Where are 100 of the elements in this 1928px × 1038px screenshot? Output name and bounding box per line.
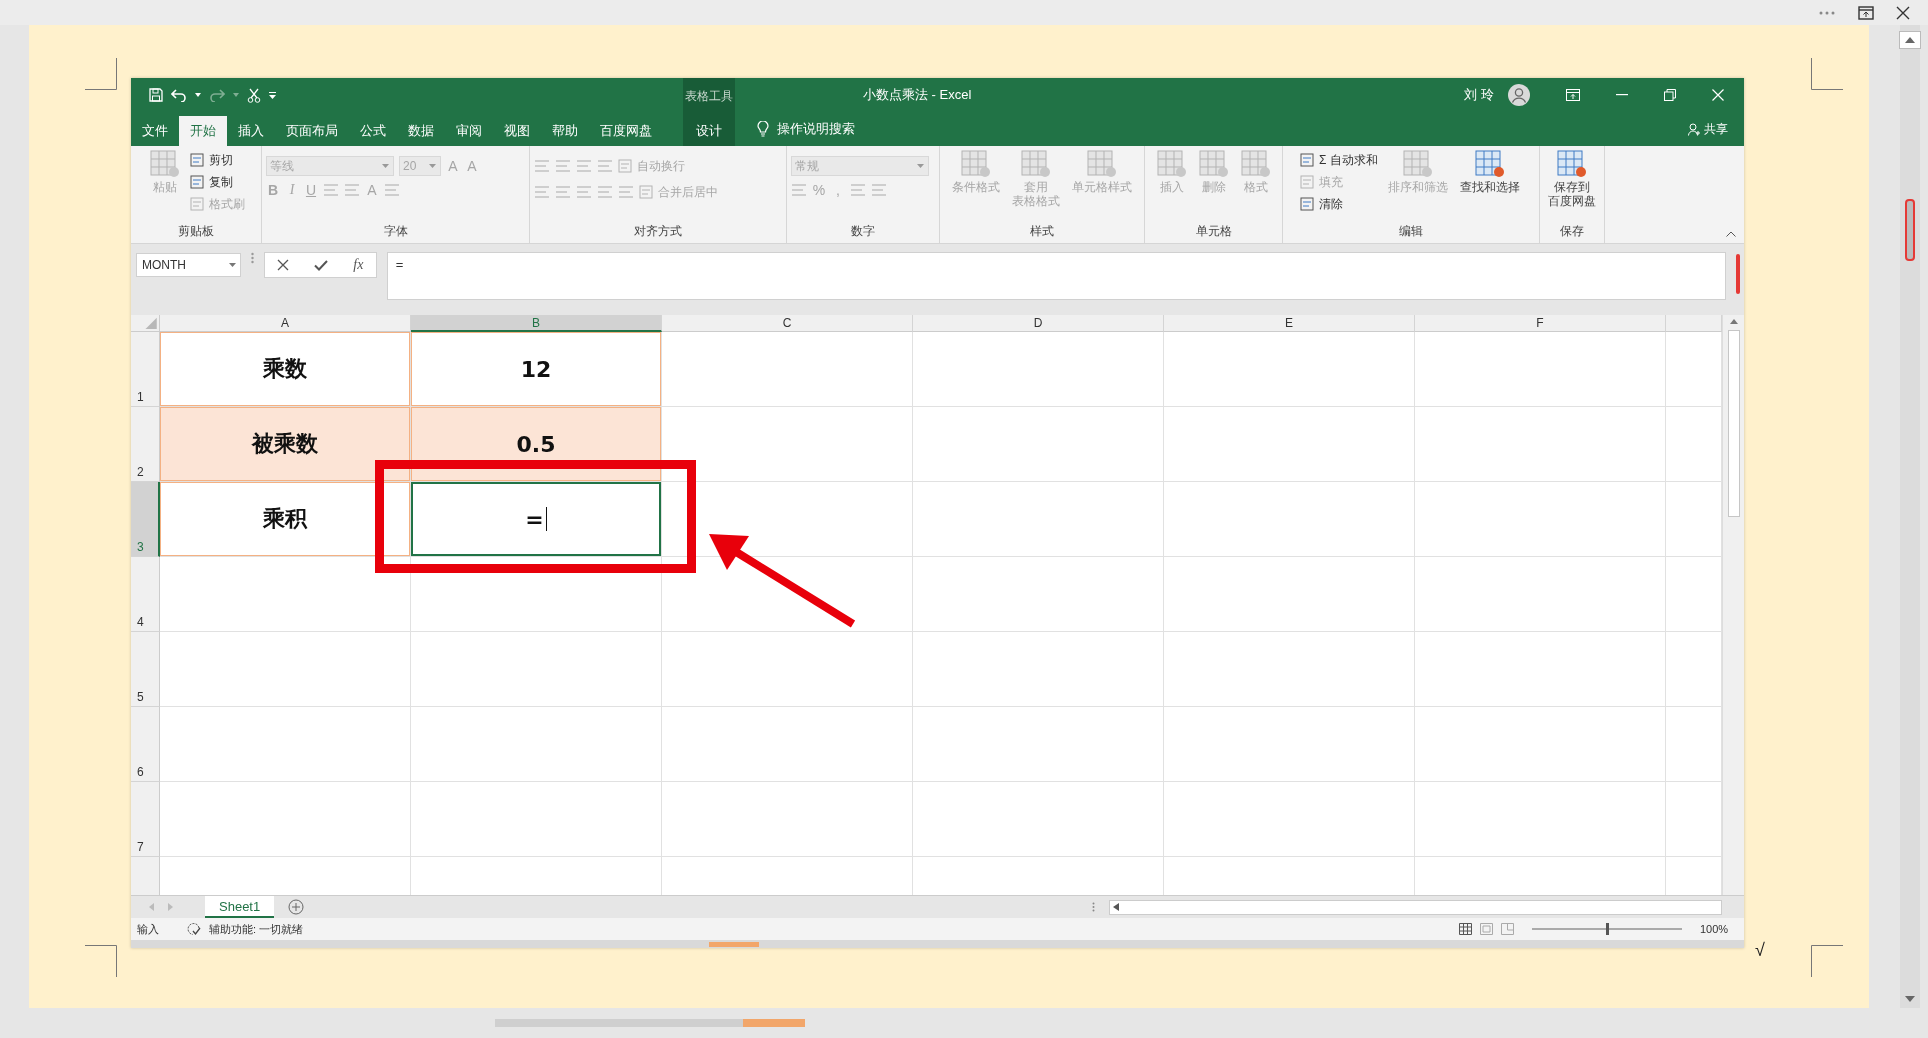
ribbon-button[interactable]: 保存到 百度网盘 — [1546, 150, 1598, 208]
save-icon[interactable] — [149, 88, 163, 102]
crop-mark — [1811, 945, 1843, 977]
vertical-scrollbar[interactable] — [1722, 315, 1744, 895]
column-header[interactable]: F — [1415, 315, 1666, 332]
zoom-slider[interactable] — [1532, 923, 1682, 935]
more-icon[interactable] — [1818, 9, 1836, 16]
scrollbar-thumb[interactable] — [743, 1019, 805, 1027]
ribbon-button[interactable]: 清除 — [1300, 194, 1378, 214]
tool-icon — [189, 175, 204, 189]
group-title: 字体 — [382, 223, 409, 240]
menu-tab[interactable]: 审阅 — [445, 116, 493, 146]
column-header[interactable]: D — [913, 315, 1164, 332]
page-horizontal-scrollbar[interactable] — [495, 1019, 805, 1027]
caret-icon[interactable] — [228, 263, 236, 267]
row-header[interactable]: 4 — [131, 557, 160, 632]
crop-mark — [1811, 58, 1843, 90]
undo-icon[interactable] — [171, 88, 187, 102]
column-header[interactable]: A — [160, 315, 411, 332]
lightbulb-icon[interactable] — [757, 121, 769, 137]
menu-tab[interactable]: 设计 — [687, 116, 731, 146]
menu-tab[interactable]: 页面布局 — [275, 116, 349, 146]
scrollbar-thumb[interactable] — [1905, 199, 1915, 261]
customize-icon[interactable] — [269, 91, 276, 99]
avatar-icon[interactable] — [1508, 84, 1530, 106]
right-arrow-icon[interactable] — [168, 903, 173, 911]
row-header[interactable]: 1 — [131, 332, 160, 407]
group-title: 剪贴板 — [177, 223, 215, 240]
caret-icon[interactable] — [195, 93, 201, 97]
grid-icon — [1021, 150, 1051, 178]
status-mode: 输入 — [137, 921, 159, 937]
table-cell: 乘积 — [160, 482, 411, 557]
group-title: 编辑 — [1398, 223, 1424, 240]
row-header[interactable]: 7 — [131, 782, 160, 857]
page-layout-icon[interactable] — [1480, 923, 1493, 935]
collapse-icon[interactable] — [1726, 231, 1736, 237]
window-icon[interactable] — [1858, 5, 1874, 20]
tool-icon — [1300, 197, 1315, 211]
share-button[interactable]: 共享 — [1688, 120, 1728, 138]
menu-tab[interactable]: 数据 — [397, 116, 445, 146]
group-title: 单元格 — [1194, 223, 1233, 240]
accessibility-icon[interactable] — [187, 922, 201, 936]
left-arrow-icon[interactable] — [1113, 903, 1119, 911]
cancel-icon[interactable] — [277, 259, 290, 271]
caret-icon[interactable] — [233, 93, 239, 97]
menu-tab[interactable]: 文件 — [131, 116, 179, 146]
tell-me-search[interactable]: 操作说明搜索 — [777, 120, 855, 138]
add-icon[interactable] — [288, 899, 305, 915]
column-header[interactable]: E — [1164, 315, 1415, 332]
grid-icon — [1240, 150, 1271, 178]
grid-icon — [1198, 150, 1229, 178]
minimize-icon[interactable] — [1616, 94, 1628, 96]
redo-icon[interactable] — [209, 88, 225, 102]
name-box[interactable]: MONTH — [136, 253, 241, 277]
scrollbar-thumb[interactable] — [1727, 330, 1740, 517]
ribbon-button[interactable]: 复制 — [189, 172, 245, 192]
restore-icon[interactable] — [1664, 89, 1676, 101]
normal-view-icon[interactable] — [1459, 923, 1472, 935]
menu-tab[interactable]: 开始 — [179, 116, 227, 146]
menu-tab[interactable]: 视图 — [493, 116, 541, 146]
handle-icon[interactable] — [250, 252, 254, 264]
horizontal-scrollbar[interactable] — [1109, 899, 1722, 915]
formula-field[interactable]: = — [386, 252, 1726, 300]
zoom-level[interactable]: 100% — [1700, 923, 1734, 935]
up-arrow-icon[interactable] — [1729, 319, 1738, 324]
checkmark-icon[interactable] — [314, 259, 329, 271]
ribbon-button[interactable]: Σ 自动求和 — [1300, 150, 1378, 170]
scissors-icon[interactable] — [247, 87, 261, 103]
tool-icon — [189, 197, 204, 211]
page-break-icon[interactable] — [1501, 923, 1514, 935]
table-cell: 12 — [411, 332, 662, 407]
column-header[interactable]: B — [411, 315, 662, 332]
menu-tab[interactable]: 公式 — [349, 116, 397, 146]
ribbon-display-icon[interactable] — [1566, 89, 1580, 101]
column-header[interactable]: C — [662, 315, 913, 332]
group-title: 保存 — [1559, 223, 1585, 240]
ribbon-button[interactable]: 查找和选择 — [1457, 150, 1522, 194]
ribbon-button[interactable]: 剪切 — [189, 150, 245, 170]
user-name[interactable]: 刘 玲 — [1464, 86, 1494, 104]
table-cell: 乘数 — [160, 332, 411, 407]
tool-icon — [1300, 153, 1315, 167]
menu-tab[interactable]: 插入 — [227, 116, 275, 146]
row-header[interactable]: 6 — [131, 707, 160, 782]
row-header[interactable]: 2 — [131, 407, 160, 482]
menu-tab[interactable]: 百度网盘 — [589, 116, 663, 146]
insert-function-button[interactable]: fx — [353, 257, 364, 273]
page-scrollbar[interactable] — [1900, 25, 1920, 1008]
sheet-tab[interactable]: Sheet1 — [205, 896, 275, 918]
menu-tab[interactable]: 帮助 — [541, 116, 589, 146]
down-arrow-icon[interactable] — [1905, 996, 1915, 1002]
scrollbar-thumb[interactable] — [1736, 254, 1740, 294]
row-header[interactable]: 3 — [131, 482, 160, 557]
close-icon[interactable] — [1896, 5, 1910, 20]
handle-icon[interactable] — [1092, 902, 1095, 912]
page-text: √ — [1755, 940, 1765, 961]
accessibility-status[interactable]: 辅助功能: 一切就绪 — [209, 921, 304, 937]
crop-mark — [85, 945, 117, 977]
scrollbar-thumb[interactable] — [709, 941, 759, 947]
row-header[interactable]: 5 — [131, 632, 160, 707]
window-title: 小数点乘法 - Excel — [863, 86, 972, 104]
